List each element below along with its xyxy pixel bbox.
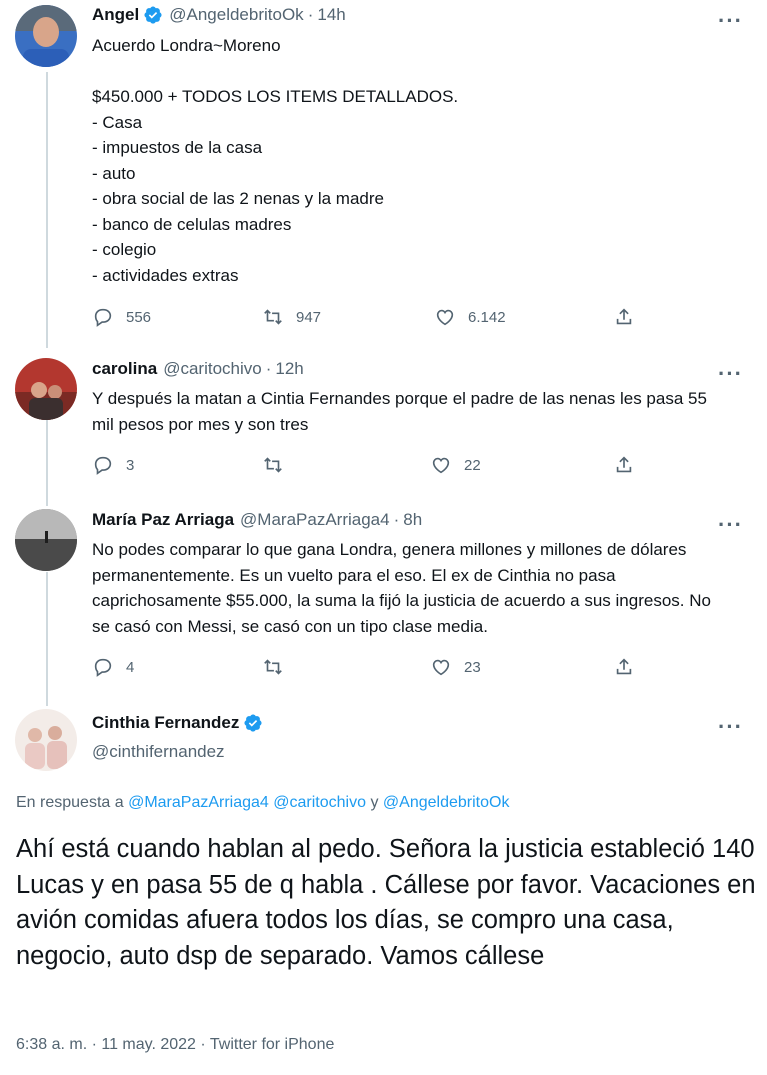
reply-count: 4 (126, 658, 135, 676)
author-handle[interactable]: @caritochivo (163, 359, 262, 379)
share-button[interactable] (613, 306, 647, 328)
verified-badge-icon (244, 714, 262, 732)
reply-context: En respuesta a @MaraPazArriaga4 @caritoc… (16, 794, 509, 812)
retweet-button[interactable] (262, 454, 296, 476)
author-handle[interactable]: @MaraPazArriaga4 (240, 510, 390, 530)
heart-icon (432, 457, 450, 474)
author-handle[interactable]: @cinthifernandez (92, 742, 225, 762)
reply-prefix: En respuesta a (16, 794, 124, 811)
like-count: 6.142 (468, 308, 506, 326)
separator-dot: · (393, 510, 400, 529)
avatar[interactable] (15, 358, 77, 420)
retweet-count: 947 (296, 308, 322, 326)
thread-line (46, 420, 48, 506)
retweet-icon (264, 659, 282, 675)
tweet-text: Acuerdo Londra~Moreno $450.000 + TODOS L… (92, 36, 459, 285)
mention-link[interactable]: @AngeldebritoOk (383, 794, 510, 811)
timestamp[interactable]: 8h (403, 510, 422, 530)
reply-icon (94, 456, 112, 475)
tweet-actions: 3 22 (92, 454, 652, 478)
author-name[interactable]: María Paz Arriaga (92, 510, 234, 530)
reply-count: 3 (126, 456, 135, 474)
retweet-icon (264, 457, 282, 473)
more-options-button[interactable]: ··· (718, 363, 743, 385)
author-handle[interactable]: @AngeldebritoOk (169, 5, 303, 25)
timestamp[interactable]: 14h (317, 5, 345, 25)
share-icon (616, 456, 632, 473)
heart-icon (436, 309, 454, 326)
reply-conjunction: y (370, 794, 379, 811)
retweet-button[interactable]: 947 (262, 306, 321, 328)
reply-count: 556 (126, 308, 152, 326)
like-count: 22 (464, 456, 481, 474)
reply-button[interactable]: 3 (92, 454, 134, 476)
author-name[interactable]: Angel (92, 5, 139, 25)
tweet-actions: 556 947 6.142 (92, 306, 652, 330)
thread-line (46, 72, 48, 348)
tweet-text: Y después la matan a Cintia Fernandes po… (92, 389, 707, 434)
thread-line (46, 572, 48, 706)
avatar[interactable] (15, 5, 77, 67)
retweet-button[interactable] (262, 656, 296, 678)
more-options-button[interactable]: ··· (718, 716, 743, 738)
more-options-button[interactable]: ··· (718, 514, 743, 536)
mention-link[interactable]: @caritochivo (273, 794, 366, 811)
reply-icon (94, 658, 112, 677)
tweet-text: No podes comparar lo que gana Londra, ge… (92, 540, 711, 636)
timestamp[interactable]: 12h (275, 359, 303, 379)
share-icon (616, 308, 632, 325)
tweet-meta[interactable]: 6:38 a. m. · 11 may. 2022 · Twitter for … (16, 1036, 334, 1054)
separator-dot: · (307, 5, 314, 24)
heart-icon (432, 659, 450, 676)
like-button[interactable]: 23 (430, 656, 481, 678)
author-name[interactable]: carolina (92, 359, 157, 379)
verified-badge-icon (144, 6, 162, 24)
share-icon (616, 658, 632, 675)
avatar[interactable] (15, 509, 77, 571)
reply-button[interactable]: 556 (92, 306, 151, 328)
share-button[interactable] (613, 656, 647, 678)
reply-button[interactable]: 4 (92, 656, 134, 678)
like-button[interactable]: 22 (430, 454, 481, 476)
mention-link[interactable]: @MaraPazArriaga4 (128, 794, 269, 811)
tweet-actions: 4 23 (92, 656, 652, 680)
share-button[interactable] (613, 454, 647, 476)
tweet-text: Ahí está cuando hablan al pedo. Señora l… (16, 835, 756, 970)
reply-icon (94, 308, 112, 327)
retweet-icon (264, 309, 282, 325)
separator-dot: · (265, 359, 272, 378)
like-button[interactable]: 6.142 (434, 306, 506, 328)
like-count: 23 (464, 658, 481, 676)
more-options-button[interactable]: ··· (718, 10, 743, 32)
author-name[interactable]: Cinthia Fernandez (92, 713, 239, 733)
avatar[interactable] (15, 709, 77, 771)
